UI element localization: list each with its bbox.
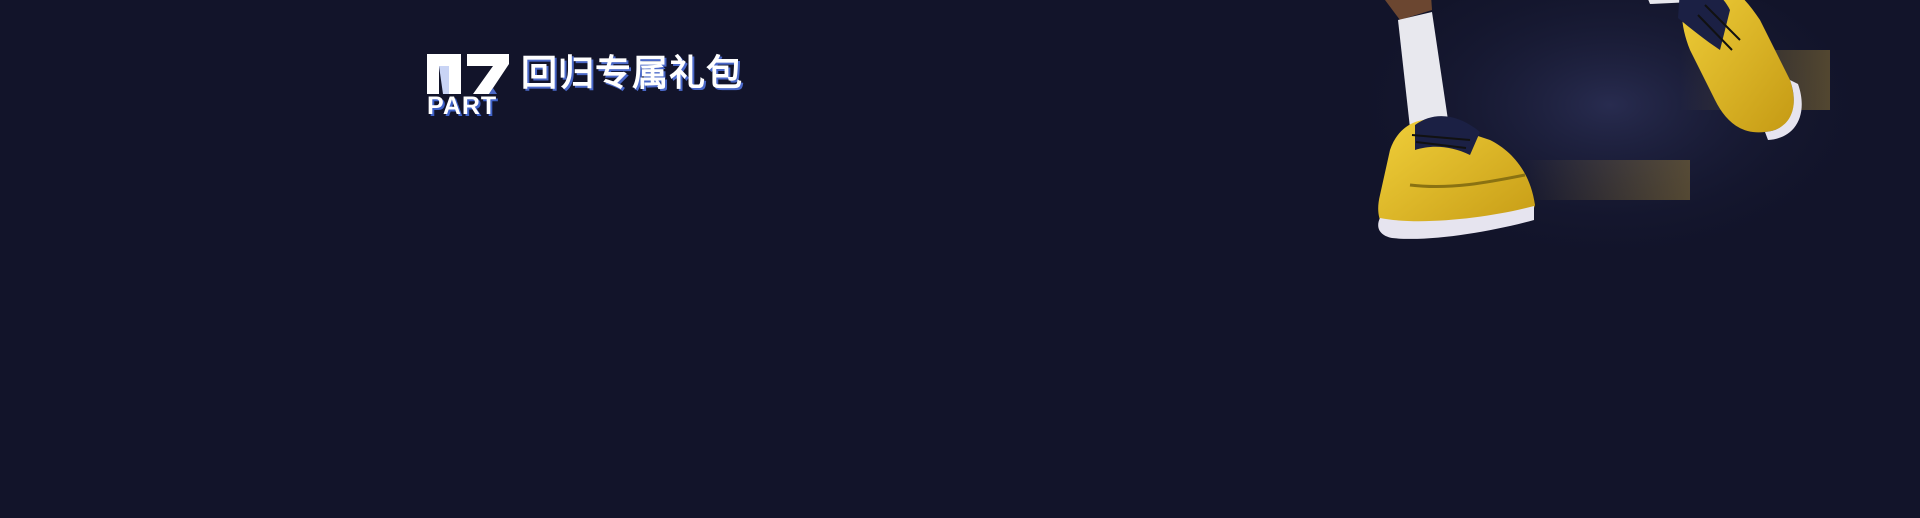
basketball-player-image — [1360, 0, 1860, 270]
part-badge: PART — [427, 54, 509, 120]
gift-section-banner: PART 回归专属礼包 — [0, 0, 1920, 518]
section-title: 回归专属礼包 — [521, 53, 744, 94]
section-header: PART 回归专属礼包 — [427, 54, 743, 120]
part-label: PART — [427, 92, 498, 120]
part-number-graphic — [427, 54, 509, 94]
